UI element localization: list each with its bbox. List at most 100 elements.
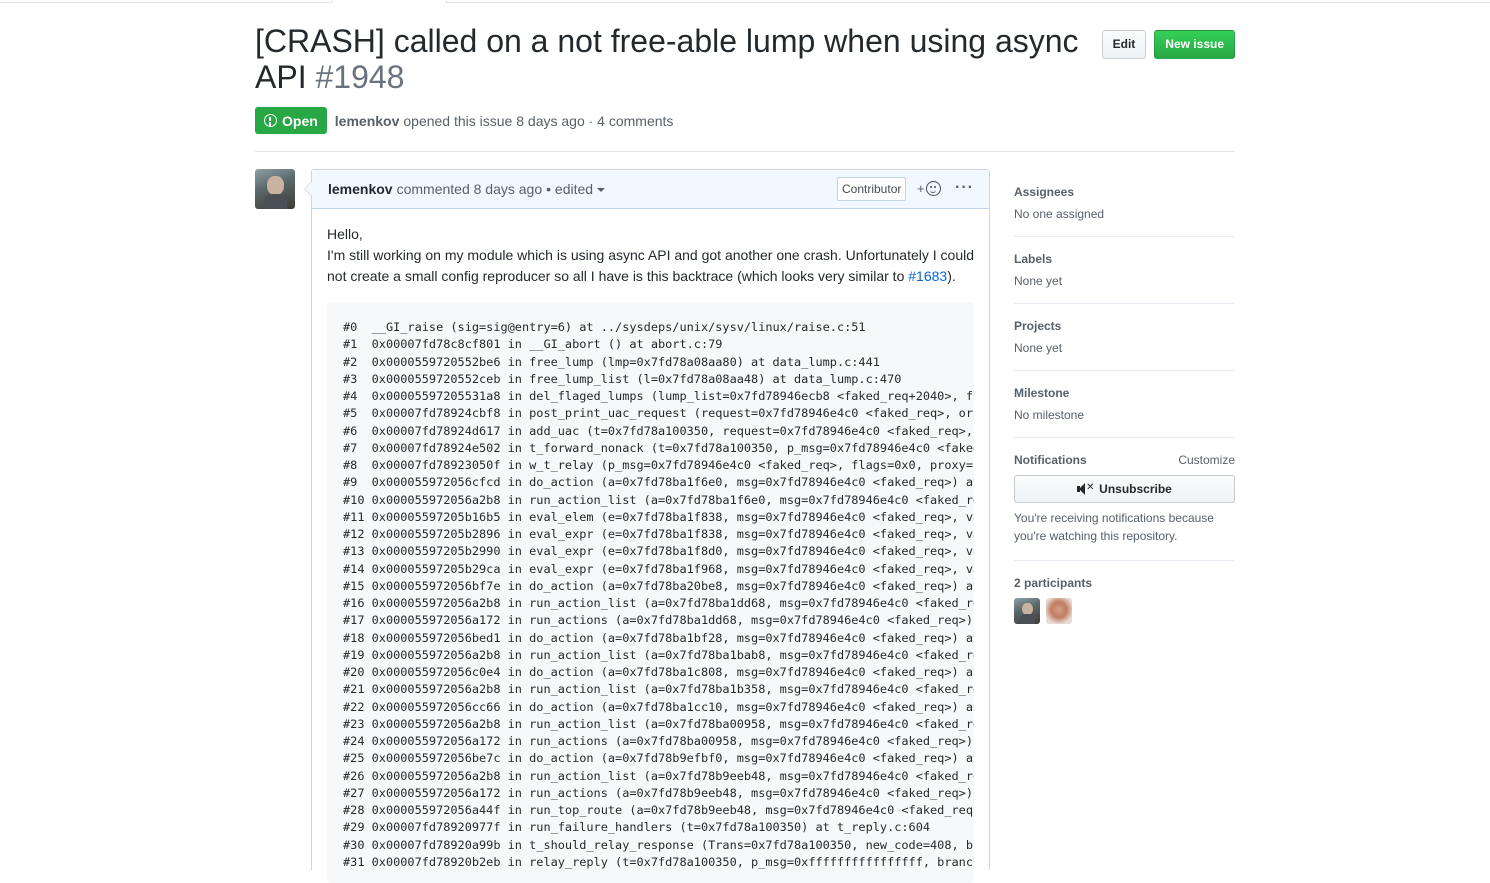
backtrace-line: #17 0x000055972056a172 in run_actions (a… [343,613,973,628]
top-nav-strip [0,0,1490,3]
issue-opened-icon [264,114,277,127]
backtrace-line: #23 0x000055972056a2b8 in run_action_lis… [343,716,974,731]
assignees-section: Assignees No one assigned [1014,170,1235,237]
backtrace-line: #9 0x000055972056cfcd in do_action (a=0x… [343,475,974,490]
backtrace-line: #21 0x000055972056a2b8 in run_action_lis… [343,682,974,697]
state-badge: Open [255,107,327,134]
header-actions: Edit New issue [1101,30,1235,59]
state-label: Open [282,112,318,129]
labels-section: Labels None yet [1014,237,1235,304]
issue-comment: lemenkov commented 8 days ago • edited C… [304,169,990,883]
backtrace-line: #31 0x00007fd78920b2eb in relay_reply (t… [343,854,973,869]
mute-icon: ✕ [1077,482,1095,495]
projects-heading-text: Projects [1014,319,1062,333]
greeting-text: Hello, [327,226,363,242]
backtrace-line: #11 0x00005597205b16b5 in eval_elem (e=0… [343,509,974,524]
backtrace-line: #10 0x000055972056a2b8 in run_action_lis… [343,492,974,507]
backtrace-line: #0 __GI_raise (sig=sig@entry=6) at ../sy… [343,320,866,334]
issue-ref-link[interactable]: #1683 [908,268,947,284]
commenter-avatar[interactable] [255,169,295,209]
issue-author-link[interactable]: lemenkov [335,113,400,129]
backtrace-line: #18 0x000055972056bed1 in do_action (a=0… [343,630,974,645]
labels-heading-text: Labels [1014,252,1053,266]
selected-tab-marker [331,0,447,3]
projects-section: Projects None yet [1014,304,1235,371]
participants-heading: 2 participants [1014,576,1235,590]
projects-value: None yet [1014,341,1063,355]
issue-header: [CRASH] called on a not free-able lump w… [255,23,1235,95]
role-badge: Contributor [837,177,907,201]
backtrace-line: #5 0x00007fd78924cbf8 in post_print_uac_… [343,406,973,421]
labels-heading[interactable]: Labels [1014,252,1235,266]
milestone-value: No milestone [1014,408,1085,422]
backtrace-code-block[interactable]: #0 __GI_raise (sig=sig@entry=6) at ../sy… [327,303,974,883]
milestone-section: Milestone No milestone [1014,371,1235,438]
participants-heading-text: 2 participants [1014,576,1093,590]
issue-number: #1948 [315,59,405,95]
smiley-icon [925,181,941,196]
backtrace-line: #1 0x00007fd78c8cf801 in __GI_abort () a… [343,337,723,352]
backtrace-line: #29 0x00007fd78920977f in run_failure_ha… [343,820,931,835]
notifications-heading-text: Notifications [1014,453,1087,467]
backtrace-line: #7 0x00007fd78924e502 in t_forward_nonac… [343,440,974,455]
header-divider [255,151,1235,152]
issue-opened-text: opened this issue 8 days ago · 4 comment… [403,112,674,129]
assignees-heading-text: Assignees [1014,185,1075,199]
comment-body: Hello, I'm still working on my module wh… [312,209,989,883]
backtrace-line: #12 0x00005597205b2896 in eval_expr (e=0… [343,527,974,541]
labels-value: None yet [1014,274,1063,288]
notifications-note: You're receiving notifications because y… [1014,511,1214,543]
comment-author-link[interactable]: lemenkov [328,181,393,197]
backtrace-line: #25 0x000055972056be7c in do_action (a=0… [343,751,974,766]
comment-header: lemenkov commented 8 days ago • edited C… [312,170,989,209]
backtrace-line: #26 0x000055972056a2b8 in run_action_lis… [343,768,974,783]
backtrace-line: #27 0x000055972056a172 in run_actions (a… [343,785,973,800]
backtrace-line: #14 0x00005597205b29ca in eval_expr (e=0… [343,561,974,576]
notifications-section: Notifications Customize ✕ Unsubscribe You'… [1014,438,1235,561]
comment-timestamp[interactable]: commented 8 days ago [397,181,543,197]
chevron-down-icon [597,188,606,193]
backtrace-line: #3 0x0000559720552ceb in free_lump_list … [343,371,902,386]
participant-avatar[interactable] [1014,598,1040,624]
avatar-image [255,169,295,209]
new-issue-button[interactable]: New issue [1154,30,1235,59]
backtrace-line: #22 0x000055972056cc66 in do_action (a=0… [343,699,974,714]
issue-meta: Open lemenkov opened this issue 8 days a… [255,107,673,134]
milestone-heading-text: Milestone [1014,386,1070,400]
edited-dropdown[interactable]: • edited [546,181,606,197]
comment-paragraph: I'm still working on my module which is … [327,245,974,287]
backtrace-line: #28 0x000055972056a44f in run_top_route … [343,803,974,817]
participant-avatar[interactable] [1046,598,1072,624]
milestone-heading[interactable]: Milestone [1014,386,1235,400]
participants-avatars [1014,598,1235,624]
notifications-heading: Notifications Customize [1014,453,1235,467]
participants-section: 2 participants [1014,561,1235,639]
unsubscribe-label: Unsubscribe [1099,482,1172,496]
projects-heading[interactable]: Projects [1014,319,1235,333]
backtrace-line: #30 0x00007fd78920a99b in t_should_relay… [343,837,973,852]
avatar-image [1014,598,1040,624]
issue-sidebar: Assignees No one assigned Labels None ye… [1014,170,1235,639]
edited-label: • edited [546,181,594,197]
backtrace-line: #2 0x0000559720552be6 in free_lump (lmp=… [343,354,880,369]
add-reaction-button[interactable]: + [917,181,941,196]
backtrace-line: #19 0x000055972056a2b8 in run_action_lis… [343,647,974,662]
assignees-value: No one assigned [1014,207,1105,221]
plus-label: + [917,181,925,196]
backtrace-line: #16 0x000055972056a2b8 in run_action_lis… [343,596,974,610]
paragraph-tail: ). [947,268,956,284]
backtrace-line: #20 0x000055972056c0e4 in do_action (a=0… [343,665,974,679]
backtrace-line: #4 0x00005597205531a8 in del_flaged_lump… [343,389,973,403]
edit-button[interactable]: Edit [1101,30,1147,59]
unsubscribe-button[interactable]: ✕ Unsubscribe [1014,475,1235,503]
issue-title: [CRASH] called on a not free-able lump w… [255,23,1095,95]
more-options-icon[interactable]: ··· [955,179,974,197]
assignees-heading[interactable]: Assignees [1014,185,1235,199]
backtrace-line: #8 0x00007fd78923050f in w_t_relay (p_ms… [343,458,973,472]
backtrace-line: #15 0x000055972056bf7e in do_action (a=0… [343,578,974,593]
backtrace-line: #13 0x00005597205b2990 in eval_expr (e=0… [343,544,974,559]
backtrace-line: #6 0x00007fd78924d617 in add_uac (t=0x7f… [343,423,973,438]
customize-link[interactable]: Customize [1178,453,1235,467]
backtrace-line: #24 0x000055972056a172 in run_actions (a… [343,734,973,748]
paragraph-text: I'm still working on my module which is … [327,247,975,284]
